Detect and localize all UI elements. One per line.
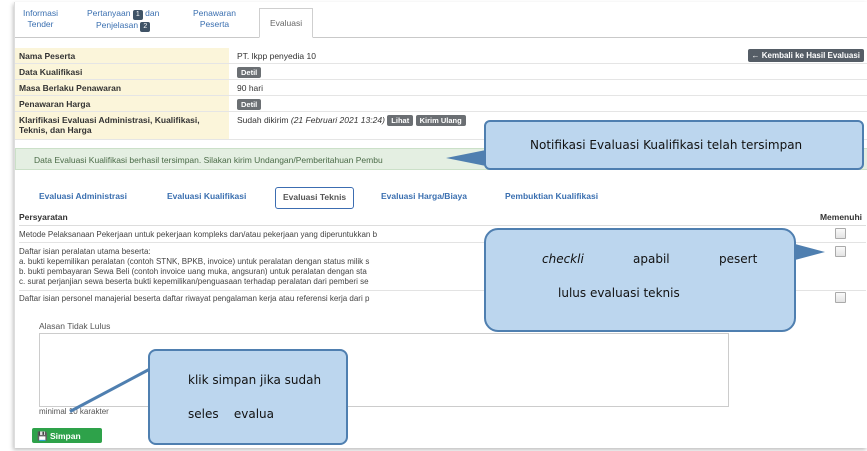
info-label: Data Kualifikasi <box>15 64 229 79</box>
tab-label: Penjelasan <box>95 20 139 30</box>
memenuhi-checkbox[interactable] <box>835 292 846 303</box>
callout-text: seles evalua <box>188 407 274 421</box>
simpan-button[interactable]: 💾 Simpan <box>32 428 102 443</box>
lihat-button[interactable]: Lihat <box>387 115 414 126</box>
requirements-header: Persyaratan Memenuhi <box>19 212 866 226</box>
tab-informasi-tender[interactable]: Informasi Tender <box>23 8 58 30</box>
tab-label: Pertanyaan <box>87 8 131 18</box>
detail-button[interactable]: Detil <box>237 67 262 78</box>
column-header-memenuhi: Memenuhi <box>819 212 862 222</box>
back-to-results-button[interactable]: ← Kembali ke Hasil Evaluasi <box>747 49 864 62</box>
info-label-line: Teknis, dan Harga <box>19 125 92 135</box>
callout-text: checkli <box>542 252 584 266</box>
checklist-callout: checkli apabil pesert lulus evaluasi tek… <box>484 228 796 332</box>
tab-evaluasi-administrasi[interactable]: Evaluasi Administrasi <box>39 191 127 201</box>
tab-label: dan <box>145 8 160 18</box>
status-date: (21 Februari 2021 13:24) <box>290 115 385 125</box>
callout-pointer <box>795 244 825 260</box>
validity-value: 90 hari <box>237 83 263 93</box>
info-label: Penawaran Harga <box>15 96 229 111</box>
info-label: Nama Peserta <box>15 48 229 63</box>
tab-evaluasi-harga-biaya[interactable]: Evaluasi Harga/Biaya <box>381 191 467 201</box>
callout-text: klik simpan jika sudah <box>188 373 322 387</box>
info-label: Klarifikasi Evaluasi Administrasi, Kuali… <box>15 112 229 139</box>
callout-text: apabil <box>633 252 670 266</box>
tab-pembuktian-kualifikasi[interactable]: Pembuktian Kualifikasi <box>505 191 598 201</box>
info-row: Nama Peserta PT. lkpp penyedia 10 ← Kemb… <box>15 48 867 64</box>
info-label-line: Klarifikasi Evaluasi Administrasi, Kuali… <box>19 115 200 125</box>
tab-label: Tender <box>27 19 54 29</box>
count-badge: 1 <box>132 10 143 20</box>
info-row: Penawaran Harga Detil <box>15 96 867 112</box>
memenuhi-checkbox[interactable] <box>835 228 846 239</box>
info-label: Masa Berlaku Penawaran <box>15 80 229 95</box>
notification-callout: Notifikasi Evaluasi Kualifikasi telah te… <box>484 120 864 170</box>
memenuhi-checkbox[interactable] <box>835 246 846 257</box>
evaluation-tab-bar: Evaluasi Administrasi Evaluasi Kualifika… <box>15 187 867 209</box>
clarification-status: Sudah dikirim (21 Februari 2021 13:24) L… <box>237 115 466 126</box>
tab-label: Evaluasi <box>270 18 303 28</box>
info-row: Masa Berlaku Penawaran 90 hari <box>15 80 867 96</box>
participant-name: PT. lkpp penyedia 10 <box>237 51 316 61</box>
detail-button[interactable]: Detil <box>237 99 262 110</box>
tab-evaluasi-teknis[interactable]: Evaluasi Teknis <box>275 187 355 209</box>
tab-label: Peserta <box>199 19 230 29</box>
callout-text: lulus evaluasi teknis <box>558 286 680 300</box>
tab-evaluasi[interactable]: Evaluasi <box>259 8 314 38</box>
tab-pertanyaan-penjelasan[interactable]: Pertanyaan 1 dan Penjelasan 2 <box>87 8 159 32</box>
status-text: Sudah dikirim <box>237 115 289 125</box>
tab-penawaran-peserta[interactable]: Penawaran Peserta <box>193 8 236 30</box>
tab-label: Penawaran <box>193 8 237 18</box>
simpan-label: Simpan <box>49 431 81 441</box>
page-frame: Informasi Tender Pertanyaan 1 dan Penjel… <box>14 2 867 448</box>
column-header-persyaratan: Persyaratan <box>19 212 68 222</box>
kirim-ulang-button[interactable]: Kirim Ulang <box>415 115 466 126</box>
info-row: Data Kualifikasi Detil <box>15 64 867 80</box>
tab-label: Informasi <box>23 8 58 18</box>
callout-text: pesert <box>719 252 758 266</box>
callout-text: Notifikasi Evaluasi Kualifikasi telah te… <box>530 138 803 152</box>
tab-evaluasi-kualifikasi[interactable]: Evaluasi Kualifikasi <box>167 191 246 201</box>
count-badge: 2 <box>140 22 151 32</box>
save-icon: 💾 <box>37 431 48 441</box>
save-hint-callout: klik simpan jika sudah seles evalua <box>148 349 348 445</box>
alasan-label: Alasan Tidak Lulus <box>39 321 111 331</box>
top-tab-bar: Informasi Tender Pertanyaan 1 dan Penjel… <box>15 2 867 38</box>
callout-pointer <box>446 150 486 166</box>
